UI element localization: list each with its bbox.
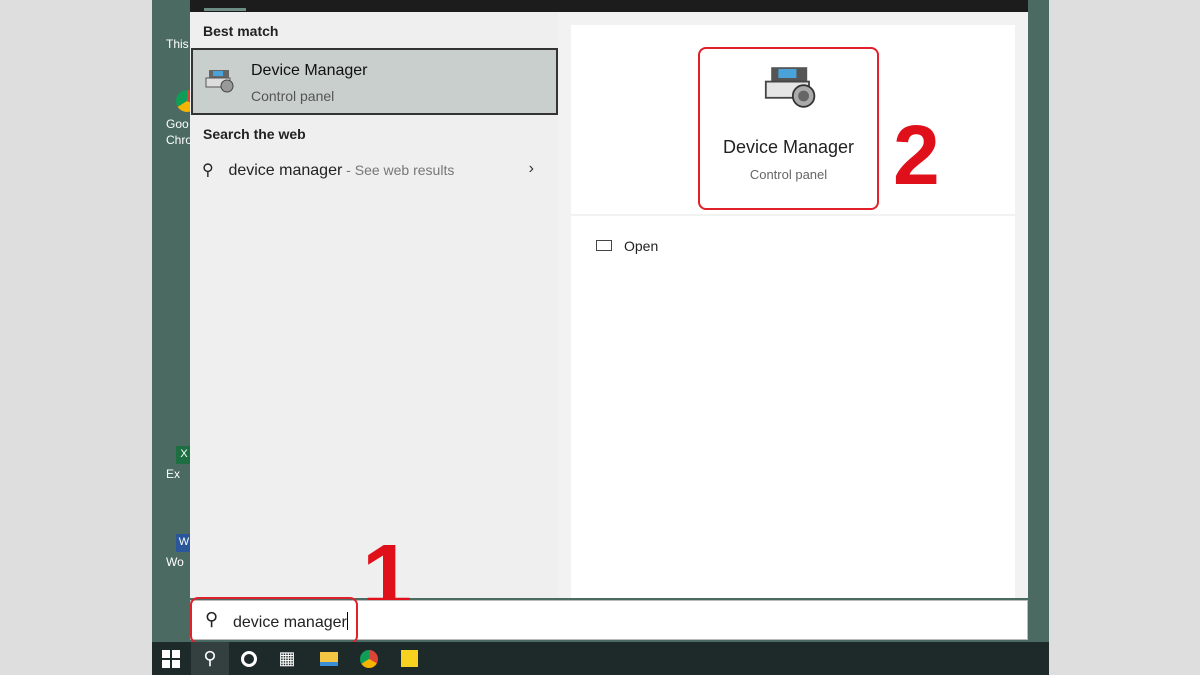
sticky-notes-icon[interactable] [390,642,428,675]
cortana-icon[interactable] [230,642,268,675]
file-explorer-icon[interactable] [310,642,348,675]
preview-panel: Device Manager Control panel 2 Open [558,12,1028,598]
web-search-item[interactable]: ⚲ device manager - See web results › [202,160,542,180]
device-manager-icon [764,67,816,108]
task-view-icon[interactable]: ▦ [268,642,306,675]
preview-actions: Open [571,216,1015,598]
tab-indicator [204,8,246,11]
preview-title: Device Manager [722,137,855,157]
search-panel-top-bar [190,0,1028,12]
desktop-icon-label: This [166,37,189,51]
desktop-icon-label: Ex [166,467,181,481]
best-match-item[interactable]: Device Manager Control panel [191,48,558,115]
start-icon[interactable] [152,642,190,675]
desktop-icon-label: Goo Chro [166,117,193,147]
chrome-icon[interactable] [350,642,388,675]
preview-app-highlight[interactable]: Device Manager Control panel [698,47,879,210]
preview-subtitle: Control panel [749,167,828,182]
desktop-icon-label: Wo [166,555,184,569]
search-web-header: Search the web [203,126,306,142]
open-action[interactable]: Open [596,238,658,254]
best-match-header: Best match [203,23,279,39]
open-label: Open [624,238,659,254]
open-icon [596,240,612,251]
chevron-right-icon[interactable]: › [529,160,534,178]
search-icon[interactable]: ⚲ [191,642,229,675]
preview-card: Device Manager Control panel 2 [571,25,1015,214]
best-match-title: Device Manager [251,62,368,79]
search-icon: ⚲ [202,162,214,179]
device-manager-icon [205,70,234,93]
web-query: device manager [228,162,343,179]
taskbar: ⚲ ▦ [152,642,1049,675]
best-match-subtitle: Control panel [251,88,335,104]
web-hint: - See web results [342,162,455,178]
search-box-highlight [190,597,358,644]
results-panel: Best match Device Manager Control panel … [190,12,558,598]
step-2-label: 2 [893,108,940,202]
